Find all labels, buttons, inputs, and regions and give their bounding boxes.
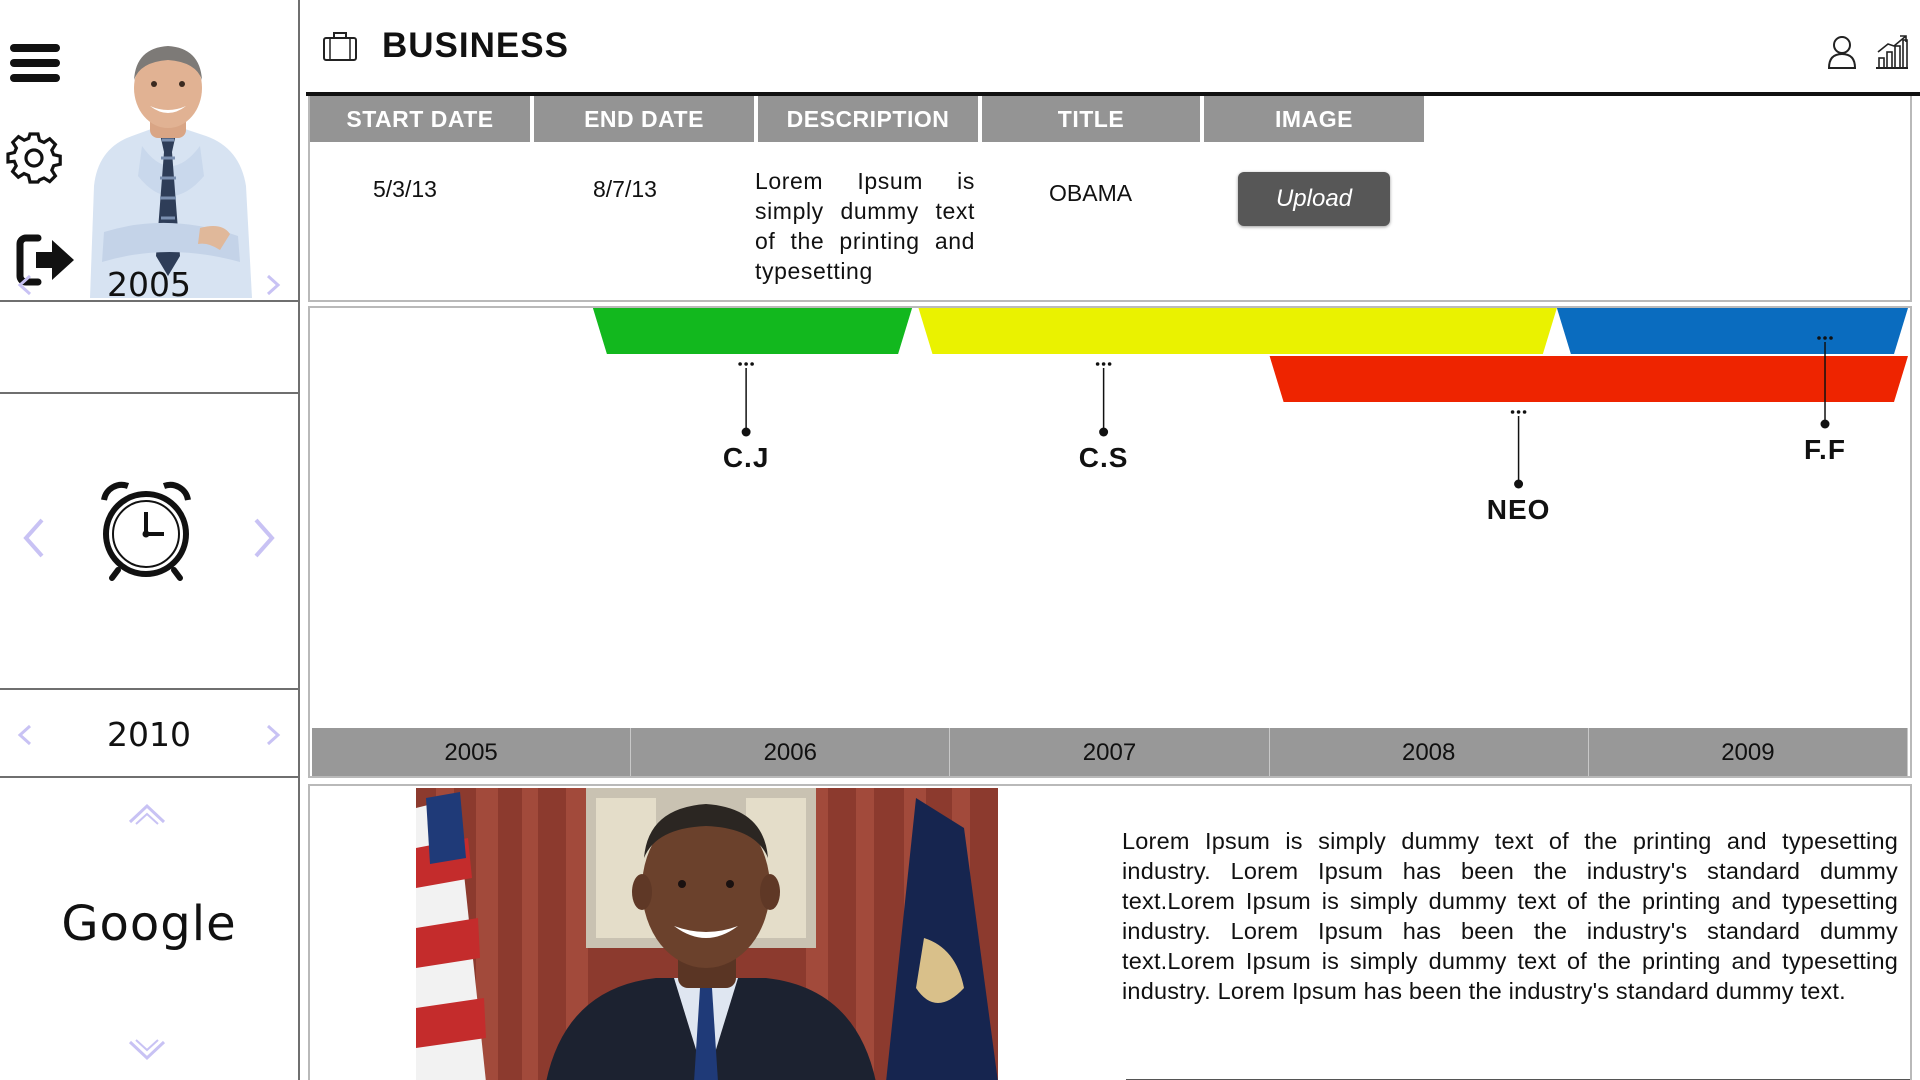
gear-icon[interactable] [6,130,62,186]
end-year-next-icon[interactable] [252,690,292,780]
timeline-year-label: 2007 [950,728,1270,776]
sidebar: 2005 2010 Google [0,0,298,1080]
detail-panel: Lorem Ipsum is simply dummy text of the … [308,784,1912,1080]
column-header-title[interactable]: TITLE [982,96,1200,142]
timeline-year-label: 2006 [631,728,951,776]
search-provider-selector: Google [0,778,298,1080]
timeline-band[interactable] [1556,308,1908,354]
timeline-canvas [592,308,1908,489]
chevron-down-icon[interactable] [124,1032,170,1068]
alarm-clock-icon [101,481,191,581]
search-provider-label[interactable]: Google [0,896,298,952]
chevron-up-icon[interactable] [124,796,170,832]
timeline-band[interactable] [918,308,1557,354]
timeline-year-axis: 2005 2006 2007 2008 2009 [312,728,1908,776]
column-header-description[interactable]: DESCRIPTION [758,96,978,142]
upload-button[interactable]: Upload [1238,172,1390,226]
timeline-marker-label: NEO [1486,494,1551,525]
start-year-next-icon[interactable] [252,240,292,330]
timeline-marker[interactable] [1510,410,1527,489]
clock-next-icon[interactable] [242,506,286,570]
stats-icon[interactable] [1874,34,1910,70]
cell-start-date: 5/3/13 [373,176,437,202]
sidebar-divider [0,300,298,302]
menu-icon[interactable] [10,44,60,88]
timeline-marker-label: C.J [722,442,770,473]
records-table: START DATE END DATE DESCRIPTION TITLE IM… [308,96,1912,302]
column-header-end-date[interactable]: END DATE [534,96,754,142]
header: BUSINESS [300,0,1920,94]
timeline-band[interactable] [592,308,913,354]
timeline-marker[interactable] [738,362,754,437]
briefcase-icon [323,32,357,61]
detail-description: Lorem Ipsum is simply dummy text of the … [1122,828,1898,1004]
clock-selector [0,396,298,688]
timeline-year-label: 2009 [1589,728,1908,776]
column-header-image[interactable]: IMAGE [1204,96,1424,142]
column-header-start-date[interactable]: START DATE [310,96,530,142]
cell-end-date: 8/7/13 [593,176,657,202]
start-year-selector: 2005 [0,240,298,330]
sidebar-border [298,0,300,1080]
sidebar-divider [0,688,298,690]
timeline-band[interactable] [1269,356,1908,402]
page-title: BUSINESS [382,26,569,65]
portrait-photo [416,788,998,1080]
timeline-marker[interactable] [1095,362,1112,437]
cell-title: OBAMA [1049,180,1133,206]
timeline-year-label: 2005 [312,728,632,776]
timeline-marker-label: C.S [1078,442,1129,473]
clock-prev-icon[interactable] [12,506,56,570]
start-year-value: 2005 [107,265,191,304]
sidebar-divider [0,392,298,394]
sidebar-divider [0,776,298,778]
end-year-value: 2010 [107,715,191,754]
timeline-marker-label: F.F [1804,434,1846,465]
end-year-selector: 2010 [0,690,298,780]
user-icon[interactable] [1826,34,1858,70]
timeline-year-label: 2008 [1270,728,1589,776]
timeline: C.J C.S NEO F.F 2005 2006 2007 2008 2009 [308,306,1912,778]
cell-description: Lorem Ipsum is simply dummy text of the … [755,168,975,284]
